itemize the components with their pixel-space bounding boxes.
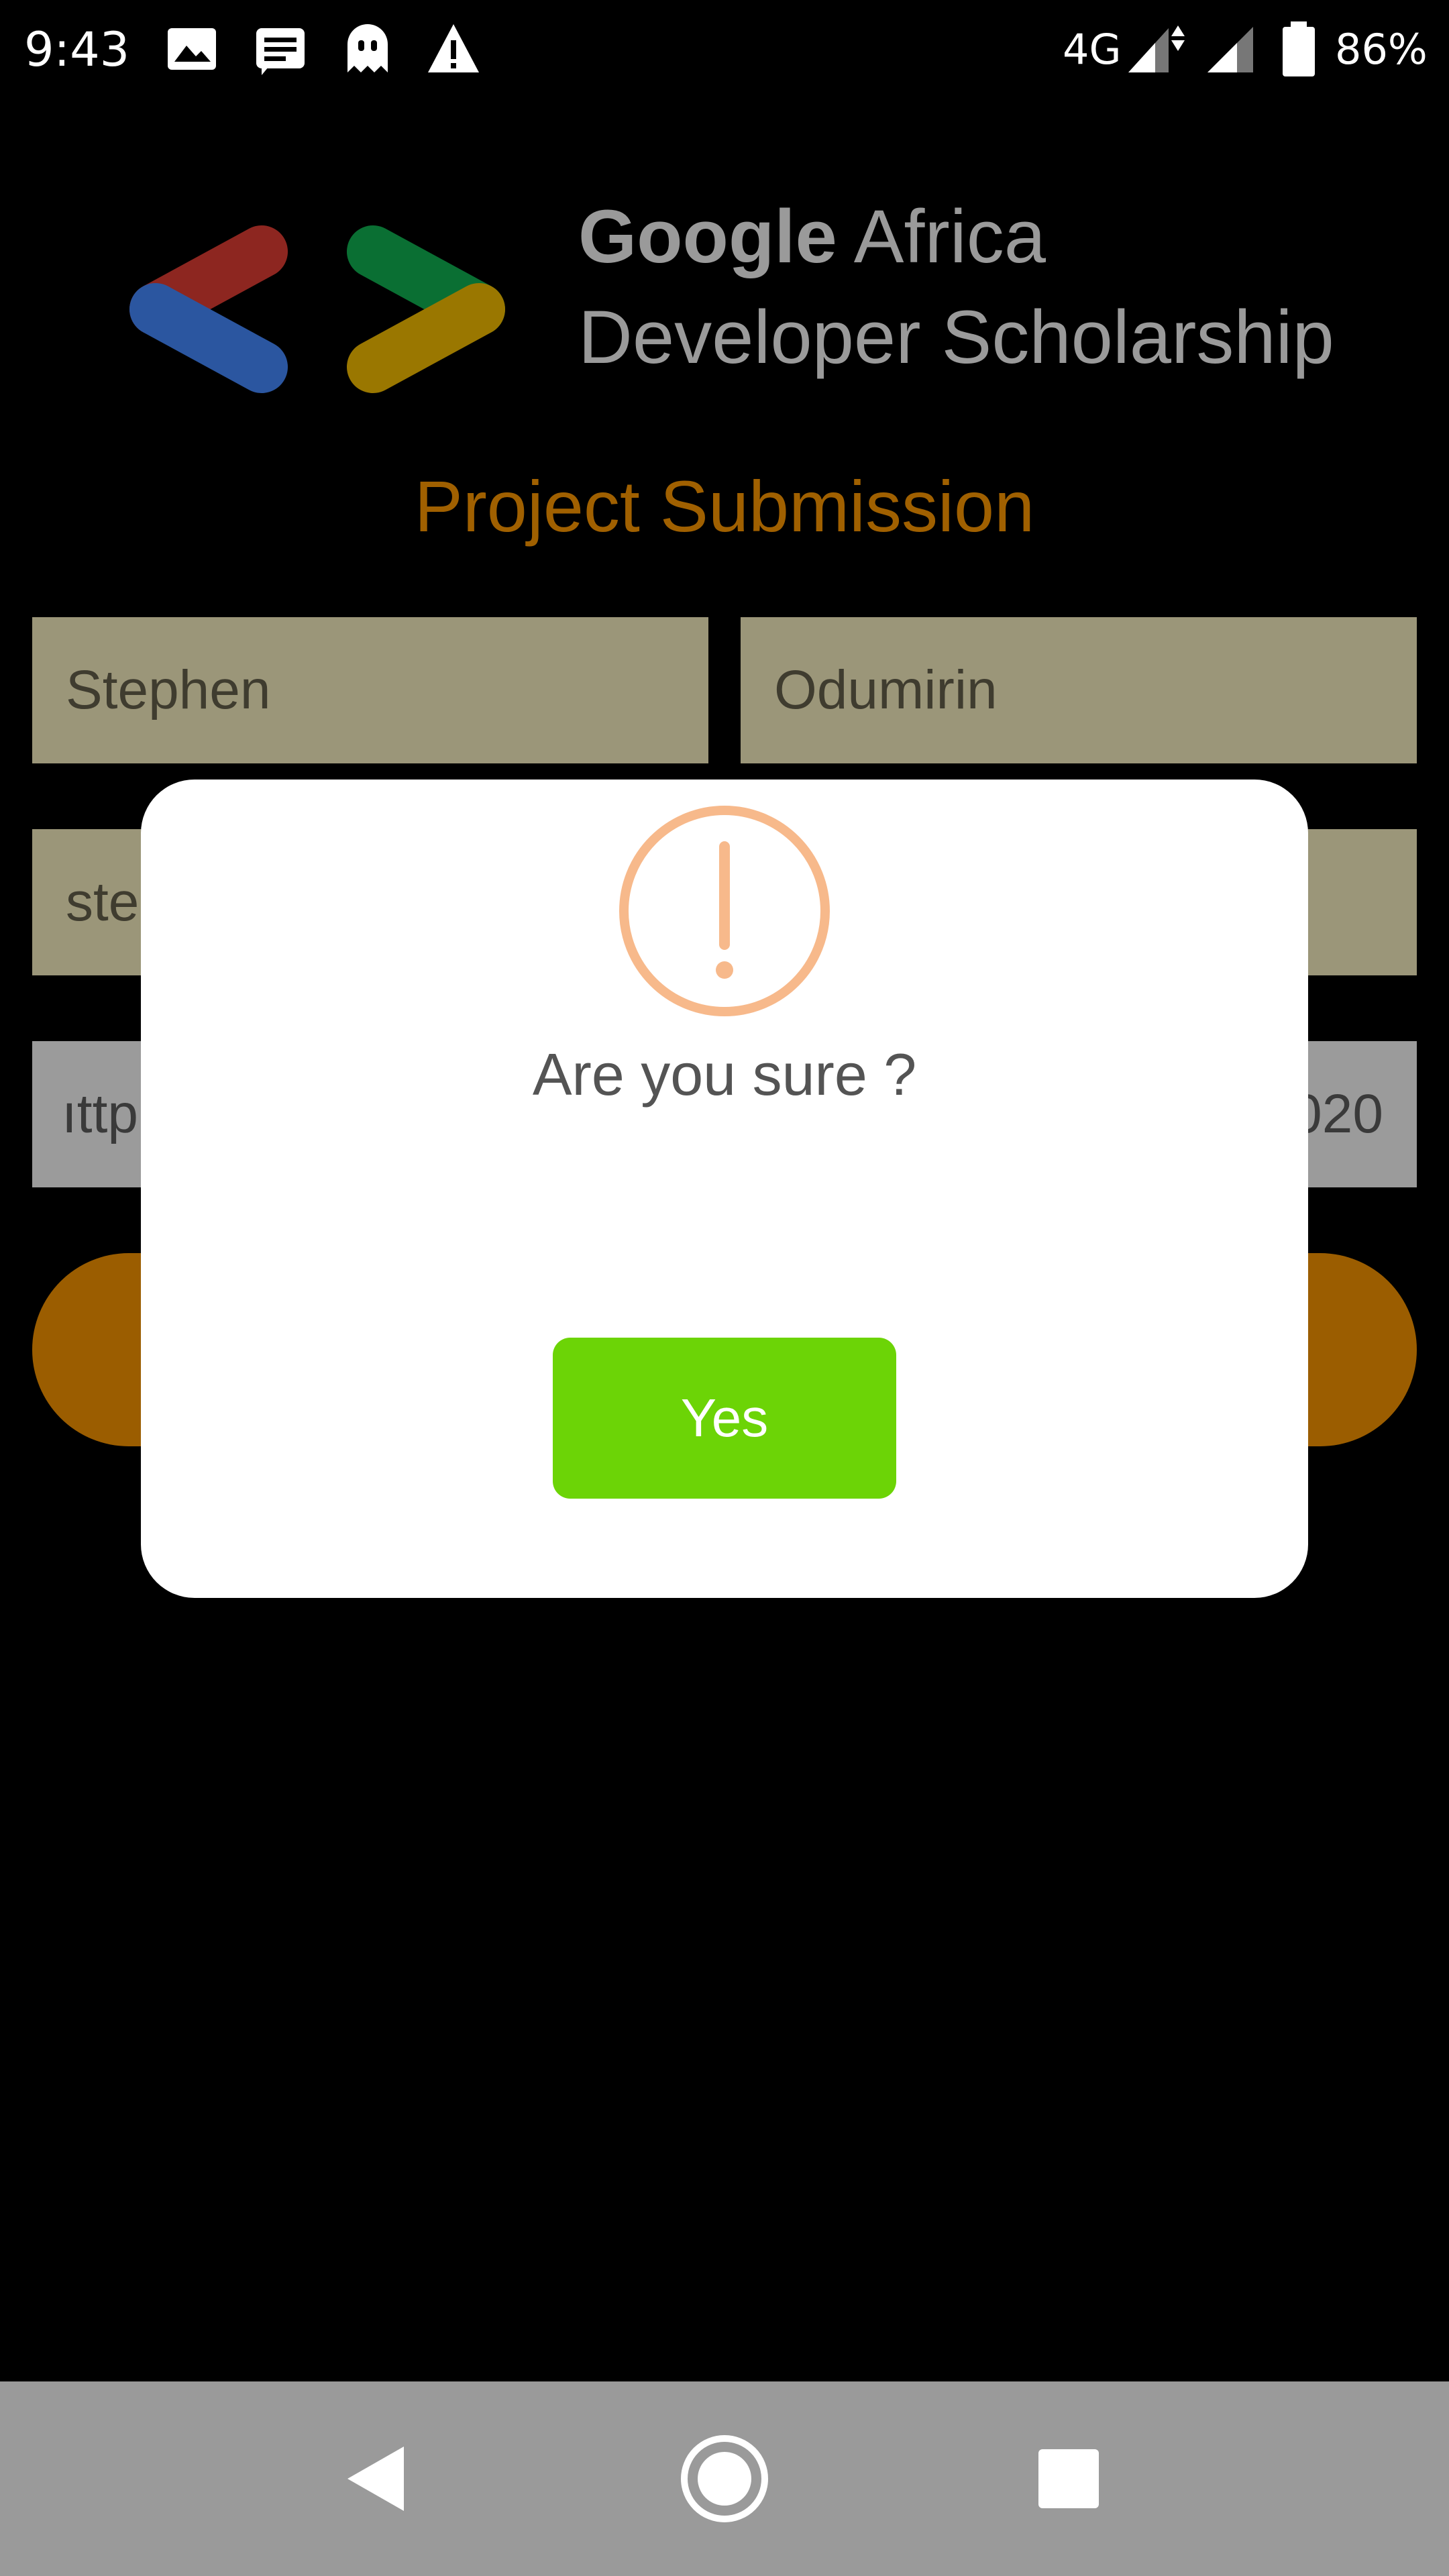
message-icon bbox=[256, 28, 305, 75]
yes-button[interactable]: Yes bbox=[553, 1338, 896, 1499]
last-name-field[interactable]: Odumirin bbox=[741, 617, 1417, 763]
dialog-message: Are you sure ? bbox=[532, 1041, 917, 1108]
page-title: Project Submission bbox=[414, 466, 1035, 547]
gads-logo-icon bbox=[129, 225, 505, 393]
logo-title: Google Africa bbox=[578, 195, 1046, 278]
warning-icon bbox=[428, 24, 479, 72]
status-time: 9:43 bbox=[24, 22, 130, 77]
exclamation-circle-icon bbox=[619, 806, 830, 1016]
signal-icon bbox=[1208, 27, 1253, 72]
logo-subtitle: Developer Scholarship bbox=[578, 295, 1334, 379]
network-type: 4G bbox=[1063, 25, 1122, 74]
signal-icon bbox=[1128, 25, 1185, 72]
first-name-field[interactable]: Stephen bbox=[32, 617, 708, 763]
battery-percent: 86% bbox=[1335, 25, 1428, 74]
navigation-bar bbox=[0, 2381, 1449, 2576]
image-icon bbox=[168, 28, 216, 70]
battery-icon bbox=[1283, 21, 1315, 76]
link-start-text: ıttp bbox=[62, 1083, 138, 1144]
confirm-dialog: Are you sure ? Yes bbox=[141, 780, 1308, 1598]
recents-icon[interactable] bbox=[1010, 2418, 1131, 2539]
home-icon[interactable] bbox=[664, 2418, 785, 2539]
ghost-icon bbox=[347, 24, 388, 72]
back-icon[interactable] bbox=[315, 2418, 436, 2539]
status-bar: 9:43 4G 86% bbox=[0, 0, 1449, 101]
